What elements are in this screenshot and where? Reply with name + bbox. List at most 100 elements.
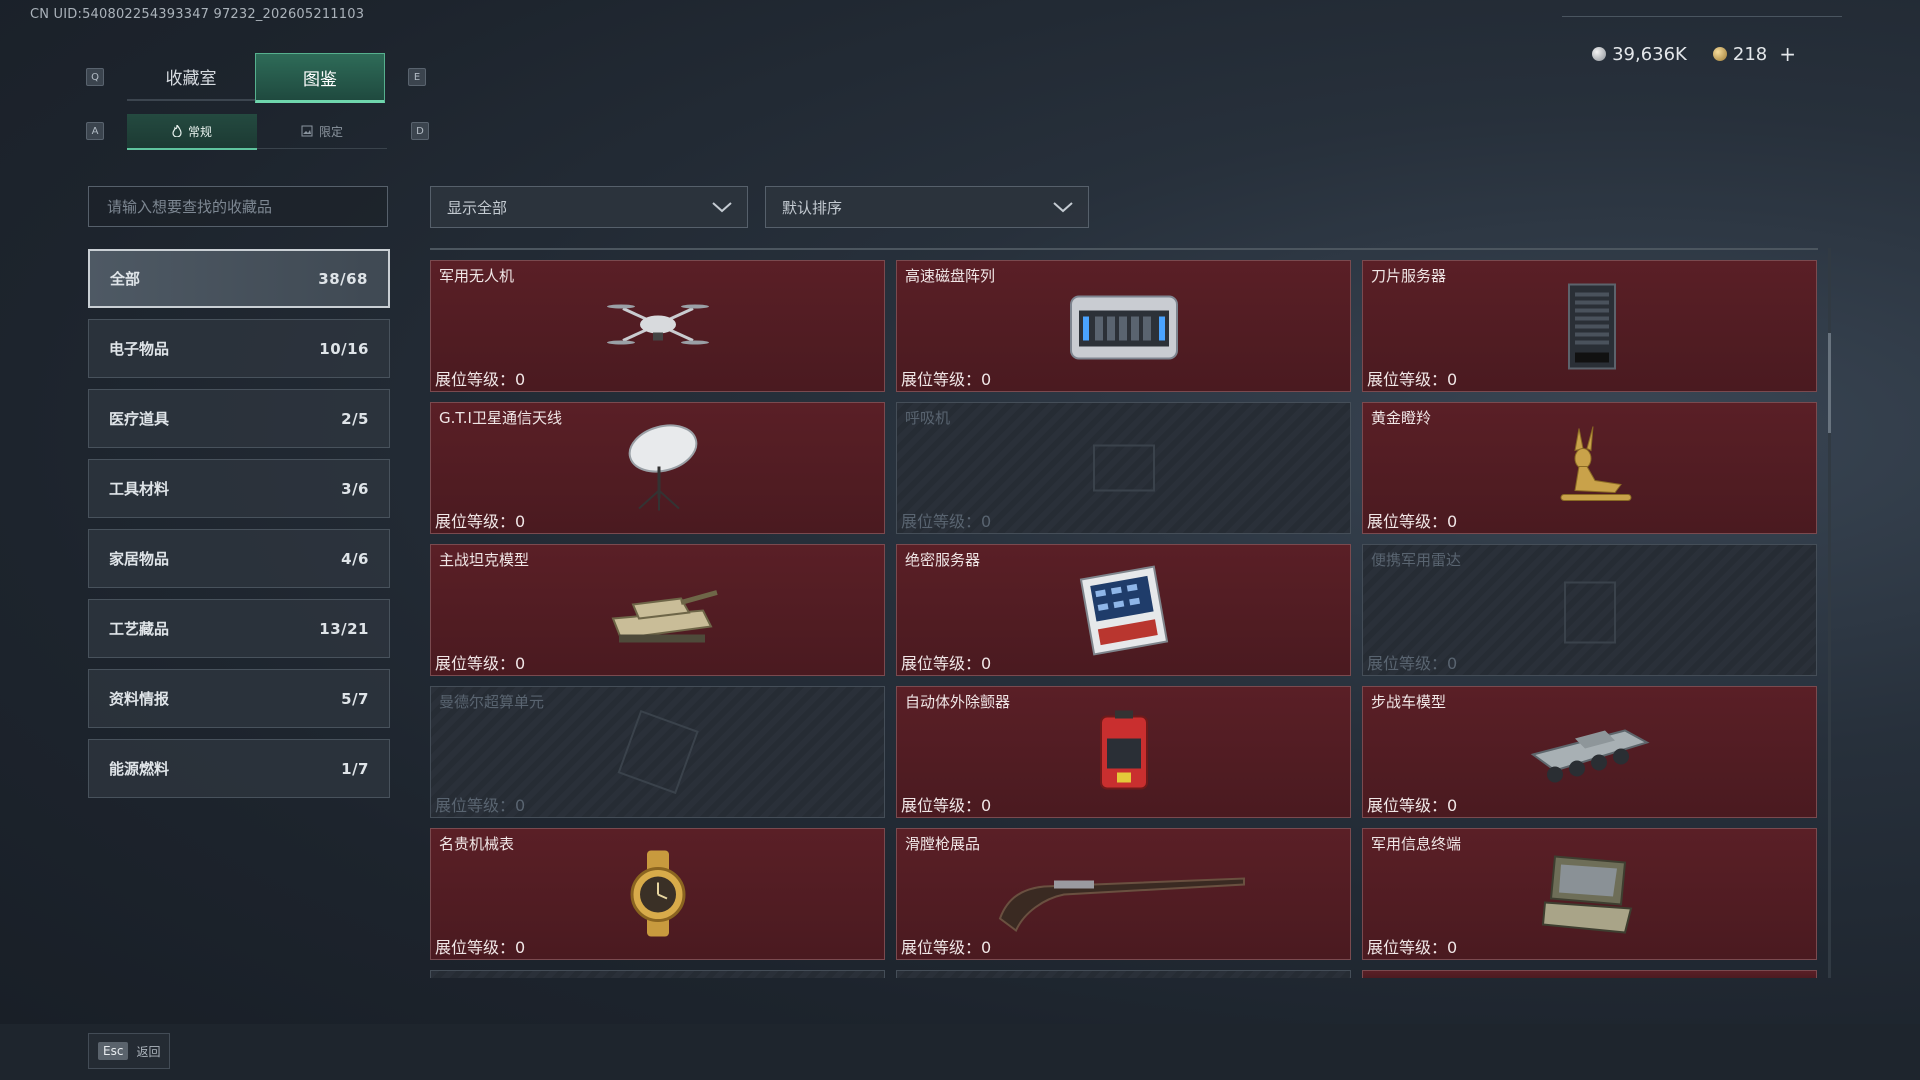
category-label: 能源燃料 bbox=[109, 760, 170, 778]
category-crafts[interactable]: 工艺藏品 13/21 bbox=[88, 599, 390, 658]
key-a-hint: A bbox=[86, 122, 104, 140]
category-label: 资料情报 bbox=[109, 690, 170, 708]
category-tools[interactable]: 工具材料 3/6 bbox=[88, 459, 390, 518]
item-level: 展位等级：0 bbox=[1367, 366, 1457, 390]
subtab-limited[interactable]: 限定 bbox=[257, 114, 387, 149]
top-divider bbox=[1562, 16, 1842, 17]
flame-icon bbox=[172, 125, 182, 137]
level-label: 展位等级： bbox=[435, 370, 516, 389]
level-value: 0 bbox=[515, 938, 526, 957]
collection-card[interactable]: 名贵机械表 展位等级：0 bbox=[430, 828, 885, 960]
collection-card[interactable]: 绝密服务器展位等级：0 bbox=[896, 544, 1351, 676]
item-name: 刀片服务器 bbox=[1371, 267, 1447, 285]
category-intel[interactable]: 资料情报 5/7 bbox=[88, 669, 390, 728]
category-list: 全部 38/68 电子物品 10/16 医疗道具 2/5 工具材料 3/6 家居物品 4/… bbox=[88, 249, 390, 809]
item-level: 展位等级：0 bbox=[435, 650, 525, 674]
collection-card[interactable]: 军用信息终端 展位等级：0 bbox=[1362, 828, 1817, 960]
tank-model-icon bbox=[593, 563, 723, 658]
collection-card[interactable]: 曼德尔超算单元 展位等级：0 bbox=[430, 686, 885, 818]
category-label: 家居物品 bbox=[109, 550, 170, 568]
silver-coin-icon bbox=[1592, 47, 1607, 61]
level-value: 0 bbox=[515, 654, 526, 673]
back-label: 返回 bbox=[136, 1044, 161, 1059]
scrollbar-thumb[interactable] bbox=[1828, 333, 1831, 433]
level-value: 0 bbox=[981, 654, 992, 673]
sort-dropdown[interactable]: 默认排序 bbox=[765, 186, 1089, 228]
category-count: 2/5 bbox=[341, 409, 369, 428]
collection-card[interactable]: 刀片服务器展位等级：0 bbox=[1362, 260, 1817, 392]
tab-collection-room[interactable]: 收藏室 bbox=[127, 53, 255, 101]
collection-card[interactable]: 滑膛枪展品展位等级：0 bbox=[896, 828, 1351, 960]
key-e-hint: E bbox=[408, 68, 426, 86]
level-label: 展位等级： bbox=[1367, 938, 1448, 957]
watch-icon bbox=[593, 847, 723, 942]
sort-value: 默认排序 bbox=[782, 198, 843, 217]
level-value: 0 bbox=[981, 796, 992, 815]
collection-card[interactable]: 黄金瞪羚展位等级：0 bbox=[1362, 402, 1817, 534]
collection-card[interactable]: 呼吸机 展位等级：0 bbox=[896, 402, 1351, 534]
grid-scrollbar[interactable] bbox=[1828, 248, 1831, 978]
disk-array-icon bbox=[1059, 279, 1189, 374]
level-label: 展位等级： bbox=[901, 370, 982, 389]
category-electronics[interactable]: 电子物品 10/16 bbox=[88, 319, 390, 378]
level-label: 展位等级： bbox=[1367, 654, 1448, 673]
ifv-model-icon bbox=[1525, 705, 1655, 800]
radar-icon bbox=[1525, 563, 1655, 658]
level-value: 0 bbox=[1447, 654, 1458, 673]
level-value: 0 bbox=[515, 370, 526, 389]
picture-icon bbox=[301, 125, 313, 137]
category-household[interactable]: 家居物品 4/6 bbox=[88, 529, 390, 588]
satellite-dish-icon bbox=[593, 421, 723, 516]
category-medical[interactable]: 医疗道具 2/5 bbox=[88, 389, 390, 448]
collection-card[interactable]: 主战坦克模型展位等级：0 bbox=[430, 544, 885, 676]
collection-card-partial[interactable] bbox=[1362, 970, 1817, 978]
item-name: 绝密服务器 bbox=[905, 551, 981, 569]
category-all[interactable]: 全部 38/68 bbox=[88, 249, 390, 308]
item-name: 高速磁盘阵列 bbox=[905, 267, 996, 285]
key-q-hint: Q bbox=[86, 68, 104, 86]
category-count: 4/6 bbox=[341, 549, 369, 568]
tab-catalog[interactable]: 图鉴 bbox=[255, 53, 385, 103]
level-label: 展位等级： bbox=[1367, 796, 1448, 815]
level-label: 展位等级： bbox=[901, 938, 982, 957]
collection-card-partial[interactable] bbox=[430, 970, 885, 978]
subtab-regular-label: 常规 bbox=[187, 124, 212, 139]
category-label: 工艺藏品 bbox=[109, 620, 170, 638]
item-name: G.T.I卫星通信天线 bbox=[439, 409, 562, 427]
collection-card[interactable]: 自动体外除颤器 展位等级：0 bbox=[896, 686, 1351, 818]
collection-card-partial[interactable] bbox=[896, 970, 1351, 978]
item-level: 展位等级：0 bbox=[435, 508, 525, 532]
item-level: 展位等级：0 bbox=[435, 366, 525, 390]
secret-server-icon bbox=[1059, 563, 1189, 658]
category-count: 3/6 bbox=[341, 479, 369, 498]
item-level: 展位等级：0 bbox=[1367, 508, 1457, 532]
search-input[interactable] bbox=[105, 196, 387, 217]
level-value: 0 bbox=[1447, 938, 1458, 957]
level-value: 0 bbox=[981, 370, 992, 389]
level-value: 0 bbox=[981, 938, 992, 957]
show-filter-value: 显示全部 bbox=[447, 198, 508, 217]
category-energy[interactable]: 能源燃料 1/7 bbox=[88, 739, 390, 798]
category-count: 13/21 bbox=[319, 619, 369, 638]
item-name: 呼吸机 bbox=[905, 409, 951, 427]
collection-grid-viewport: 军用无人机 展位等级：0 高速磁盘阵列 展位等级：0 刀片服务器 展位等级：0 G.T.I卫… bbox=[430, 248, 1818, 978]
level-label: 展位等级： bbox=[435, 938, 516, 957]
back-button[interactable]: Esc 返回 bbox=[88, 1033, 170, 1069]
show-filter-dropdown[interactable]: 显示全部 bbox=[430, 186, 748, 228]
add-currency-button[interactable]: + bbox=[1779, 42, 1796, 66]
collection-card[interactable]: G.T.I卫星通信天线展位等级：0 bbox=[430, 402, 885, 534]
collection-card[interactable]: 军用无人机 展位等级：0 bbox=[430, 260, 885, 392]
supercomputer-icon bbox=[593, 705, 723, 800]
item-name: 主战坦克模型 bbox=[439, 551, 530, 569]
item-level: 展位等级：0 bbox=[901, 934, 991, 958]
search-box bbox=[88, 186, 388, 227]
subtab-regular[interactable]: 常规 bbox=[127, 114, 257, 150]
item-name: 便携军用雷达 bbox=[1371, 551, 1462, 569]
collection-card[interactable]: 高速磁盘阵列展位等级：0 bbox=[896, 260, 1351, 392]
item-name: 黄金瞪羚 bbox=[1371, 409, 1432, 427]
collection-card[interactable]: 便携军用雷达展位等级：0 bbox=[1362, 544, 1817, 676]
item-name: 滑膛枪展品 bbox=[905, 835, 981, 853]
item-level: 展位等级：0 bbox=[901, 650, 991, 674]
collection-card[interactable]: 步战车模型 展位等级：0 bbox=[1362, 686, 1817, 818]
category-count: 5/7 bbox=[341, 689, 369, 708]
